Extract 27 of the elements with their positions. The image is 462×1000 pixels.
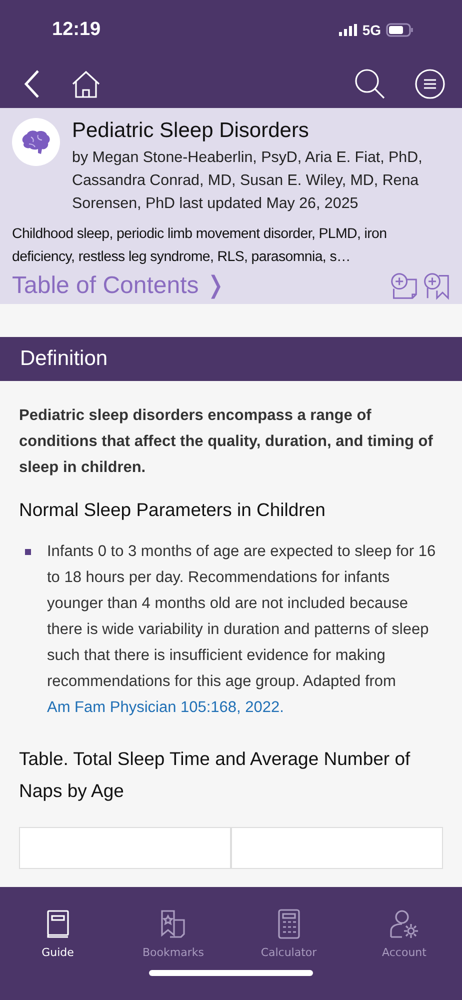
bullet-paragraph: Infants 0 to 3 months of age are expected to sleep for 16 to 18 hours per day. Recommendations for infants younger than 4 months old are not included because there is wide variability in duration and patterns of sleep such that there is insufficient evidence for making recommendations for this age group. Adapted from Am Fam Physician 105:168, 2022.	[47, 542, 437, 718]
account-icon	[388, 908, 420, 940]
battery-icon	[386, 23, 414, 37]
tab-bar-item[interactable]: Bookmarks	[123, 907, 224, 960]
guide-title: Pediatric Sleep Disorders	[72, 118, 310, 144]
status-time: 12:19	[52, 19, 101, 41]
table-title: Table. Total Sleep Time and Average Number of Naps by Age	[19, 747, 412, 803]
author-byline: by Megan Stone-Heaberlin, PsyD, Aria E. Fiat, PhD, Cassandra Conrad, MD, Susan E. Wiley, MD, Rena Sorensen, PhD last updated May 26, 2025	[72, 148, 424, 214]
keywords-text: Childhood sleep, periodic limb movement disorder, PLMD, iron deficiency, restless leg syndrome, RLS, parasomnia, s…	[12, 225, 388, 267]
section-header: Definition	[0, 337, 462, 381]
tab-bar-item[interactable]: Account	[354, 907, 454, 960]
tab-bar-item[interactable]: Guide	[8, 907, 108, 960]
search-button[interactable]	[354, 68, 386, 100]
tab-bar-item[interactable]: Calculator	[238, 907, 339, 960]
menu-button[interactable]	[414, 68, 446, 100]
network-label: 5G	[362, 22, 381, 38]
brain-icon	[21, 129, 51, 155]
home-button[interactable]	[70, 69, 102, 99]
lead-paragraph: Pediatric sleep disorders encompass a range of conditions that affect the quality, duration, and timing of sleep in children.	[19, 406, 434, 478]
signal-icon	[339, 24, 358, 36]
add-bookmark-icon[interactable]	[422, 272, 450, 300]
bullet-icon	[25, 549, 31, 555]
add-note-icon[interactable]	[390, 272, 418, 300]
back-button[interactable]	[22, 69, 42, 99]
table-of-contents-link[interactable]: Table of Contents ❭	[12, 271, 226, 300]
reference-link[interactable]: Am Fam Physician 105:168, 2022.	[47, 699, 284, 716]
subheading: Normal Sleep Parameters in Children	[19, 499, 326, 521]
